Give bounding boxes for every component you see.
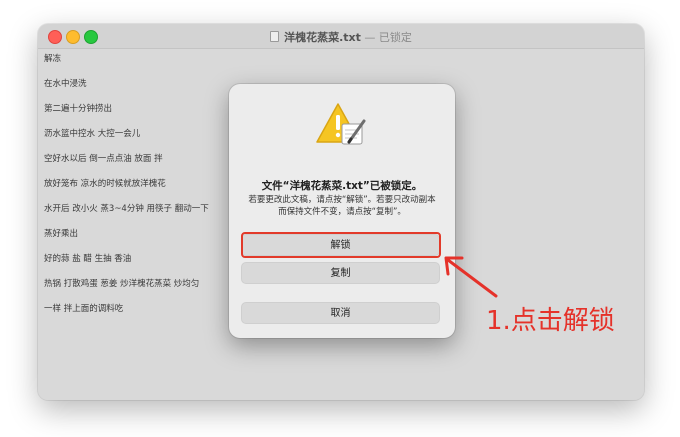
document-line: 好的蒜 盐 醋 生抽 香油 xyxy=(44,254,132,264)
warning-pencil-icon xyxy=(316,103,366,145)
dialog-title: 文件“洋槐花蒸菜.txt”已被锁定。 xyxy=(261,180,423,192)
window-title-separator: — xyxy=(364,31,376,44)
cancel-button[interactable]: 取消 xyxy=(241,302,440,324)
document-line: 第二遍十分钟捞出 xyxy=(44,104,113,114)
document-line: 蒸好乘出 xyxy=(44,229,79,239)
window-title-status: 已锁定 xyxy=(378,31,412,44)
document-line: 一样 拌上面的调料吃 xyxy=(44,304,124,314)
window-title-filename: 洋槐花蒸菜.txt xyxy=(284,31,361,44)
document-icon xyxy=(270,31,280,42)
document-line: 在水中浸洗 xyxy=(44,79,87,89)
document-line: 解冻 xyxy=(44,54,62,64)
duplicate-button[interactable]: 复制 xyxy=(241,262,440,284)
dialog-message: 若要更改此文稿，请点按“解锁”。若要只改动副本而保持文件不变，请点按“复制”。 xyxy=(248,195,436,217)
annotation-arrow-icon xyxy=(444,256,498,298)
locked-file-dialog: 文件“洋槐花蒸菜.txt”已被锁定。 若要更改此文稿，请点按“解锁”。若要只改动… xyxy=(229,84,455,338)
document-line: 热锅 打散鸡蛋 葱姜 炒洋槐花蒸菜 炒均匀 xyxy=(44,279,200,289)
annotation-label: 1.点击解锁 xyxy=(486,306,615,336)
window-title: 洋槐花蒸菜.txt — 已锁定 xyxy=(38,29,644,45)
title-bar: 洋槐花蒸菜.txt — 已锁定 xyxy=(38,24,644,49)
unlock-highlight-box xyxy=(241,232,441,258)
document-line: 放好笼布 凉水的时候就放洋槐花 xyxy=(44,179,166,189)
document-line: 水开后 改小火 蒸3~4分钟 用筷子 翻动一下 xyxy=(44,204,209,214)
document-line: 空好水以后 倒一点点油 放面 拌 xyxy=(44,154,163,164)
document-line: 沥水篮中控水 大控一会儿 xyxy=(44,129,141,139)
